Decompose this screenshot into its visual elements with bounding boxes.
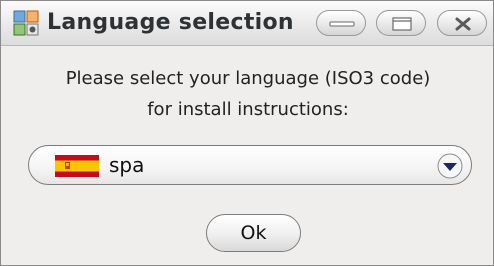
minimize-button[interactable] [316,10,366,36]
prompt-line-2: for install instructions: [147,99,349,120]
maximize-button[interactable] [376,10,426,36]
title-bar[interactable]: Language selection [1,1,493,46]
ok-button[interactable]: Ok [206,214,301,252]
dropdown-arrow-icon[interactable] [437,153,463,179]
language-select[interactable]: spa [28,145,472,185]
prompt-line-1: Please select your language (ISO3 code) [65,68,431,89]
close-button[interactable] [437,10,487,36]
spain-flag-icon [55,155,99,177]
app-icon [13,10,39,36]
window-title: Language selection [47,10,294,35]
maximize-icon [392,17,412,31]
close-icon [455,17,471,31]
minimize-icon [329,21,355,27]
language-selection-dialog: Language selection Please select your la… [0,0,494,266]
selected-language: spa [109,153,145,177]
